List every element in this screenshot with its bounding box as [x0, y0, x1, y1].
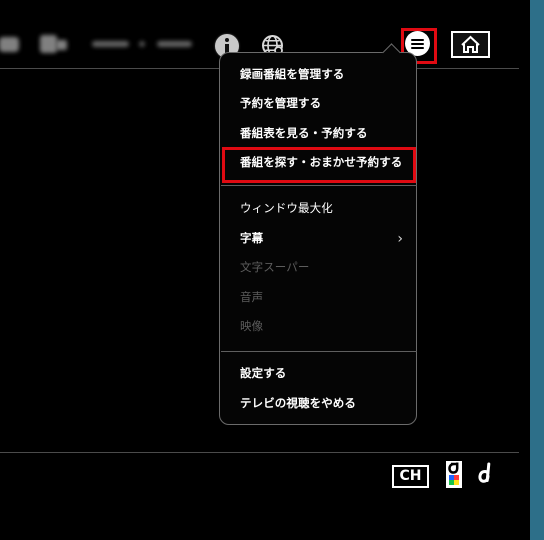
data-broadcast-color-icon[interactable]: [445, 460, 463, 489]
menu-line-3: [411, 47, 424, 49]
blurred-icon-2: [40, 35, 57, 53]
menu-item-superimpose: 文字スーパー: [240, 260, 310, 274]
menu-item-maximize-window[interactable]: ウィンドウ最大化: [240, 197, 333, 219]
menu-item-manage-recordings[interactable]: 録画番組を管理する: [240, 63, 344, 85]
window-right-edge: [530, 0, 544, 540]
menu-item-program-guide[interactable]: 番組表を見る・予約する: [240, 122, 368, 144]
home-button[interactable]: [451, 31, 490, 58]
menu-item-video: 映像: [240, 319, 264, 333]
blurred-text-separator: [139, 41, 145, 47]
menu-line-1: [411, 39, 424, 41]
menu-item-audio: 音声: [240, 290, 264, 304]
menu-separator-1: [221, 185, 417, 186]
chevron-right-icon: ›: [397, 231, 403, 247]
menu-item-settings[interactable]: 設定する: [240, 362, 286, 384]
blurred-icon-3: [56, 40, 67, 50]
blurred-status-area: [0, 29, 210, 59]
blurred-icon-1: [0, 37, 19, 52]
blurred-text-1: [92, 41, 129, 47]
blurred-text-2: [157, 41, 192, 47]
menu-line-2: [411, 43, 424, 45]
menu-item-manage-reservations[interactable]: 予約を管理する: [240, 92, 321, 114]
bottom-divider: [0, 452, 519, 453]
menu-separator-2: [221, 351, 417, 352]
channel-button[interactable]: CH: [392, 465, 429, 488]
dropdown-menu: 録画番組を管理する 予約を管理する 番組表を見る・予約する 番組を探す・おまかせ…: [219, 52, 417, 425]
menu-item-search-programs[interactable]: 番組を探す・おまかせ予約する: [240, 151, 402, 173]
home-icon: [461, 35, 480, 53]
menu-item-subtitles[interactable]: 字幕: [240, 227, 263, 249]
data-broadcast-icon[interactable]: [478, 462, 494, 486]
menu-item-stop-watching[interactable]: テレビの視聴をやめる: [240, 392, 356, 414]
